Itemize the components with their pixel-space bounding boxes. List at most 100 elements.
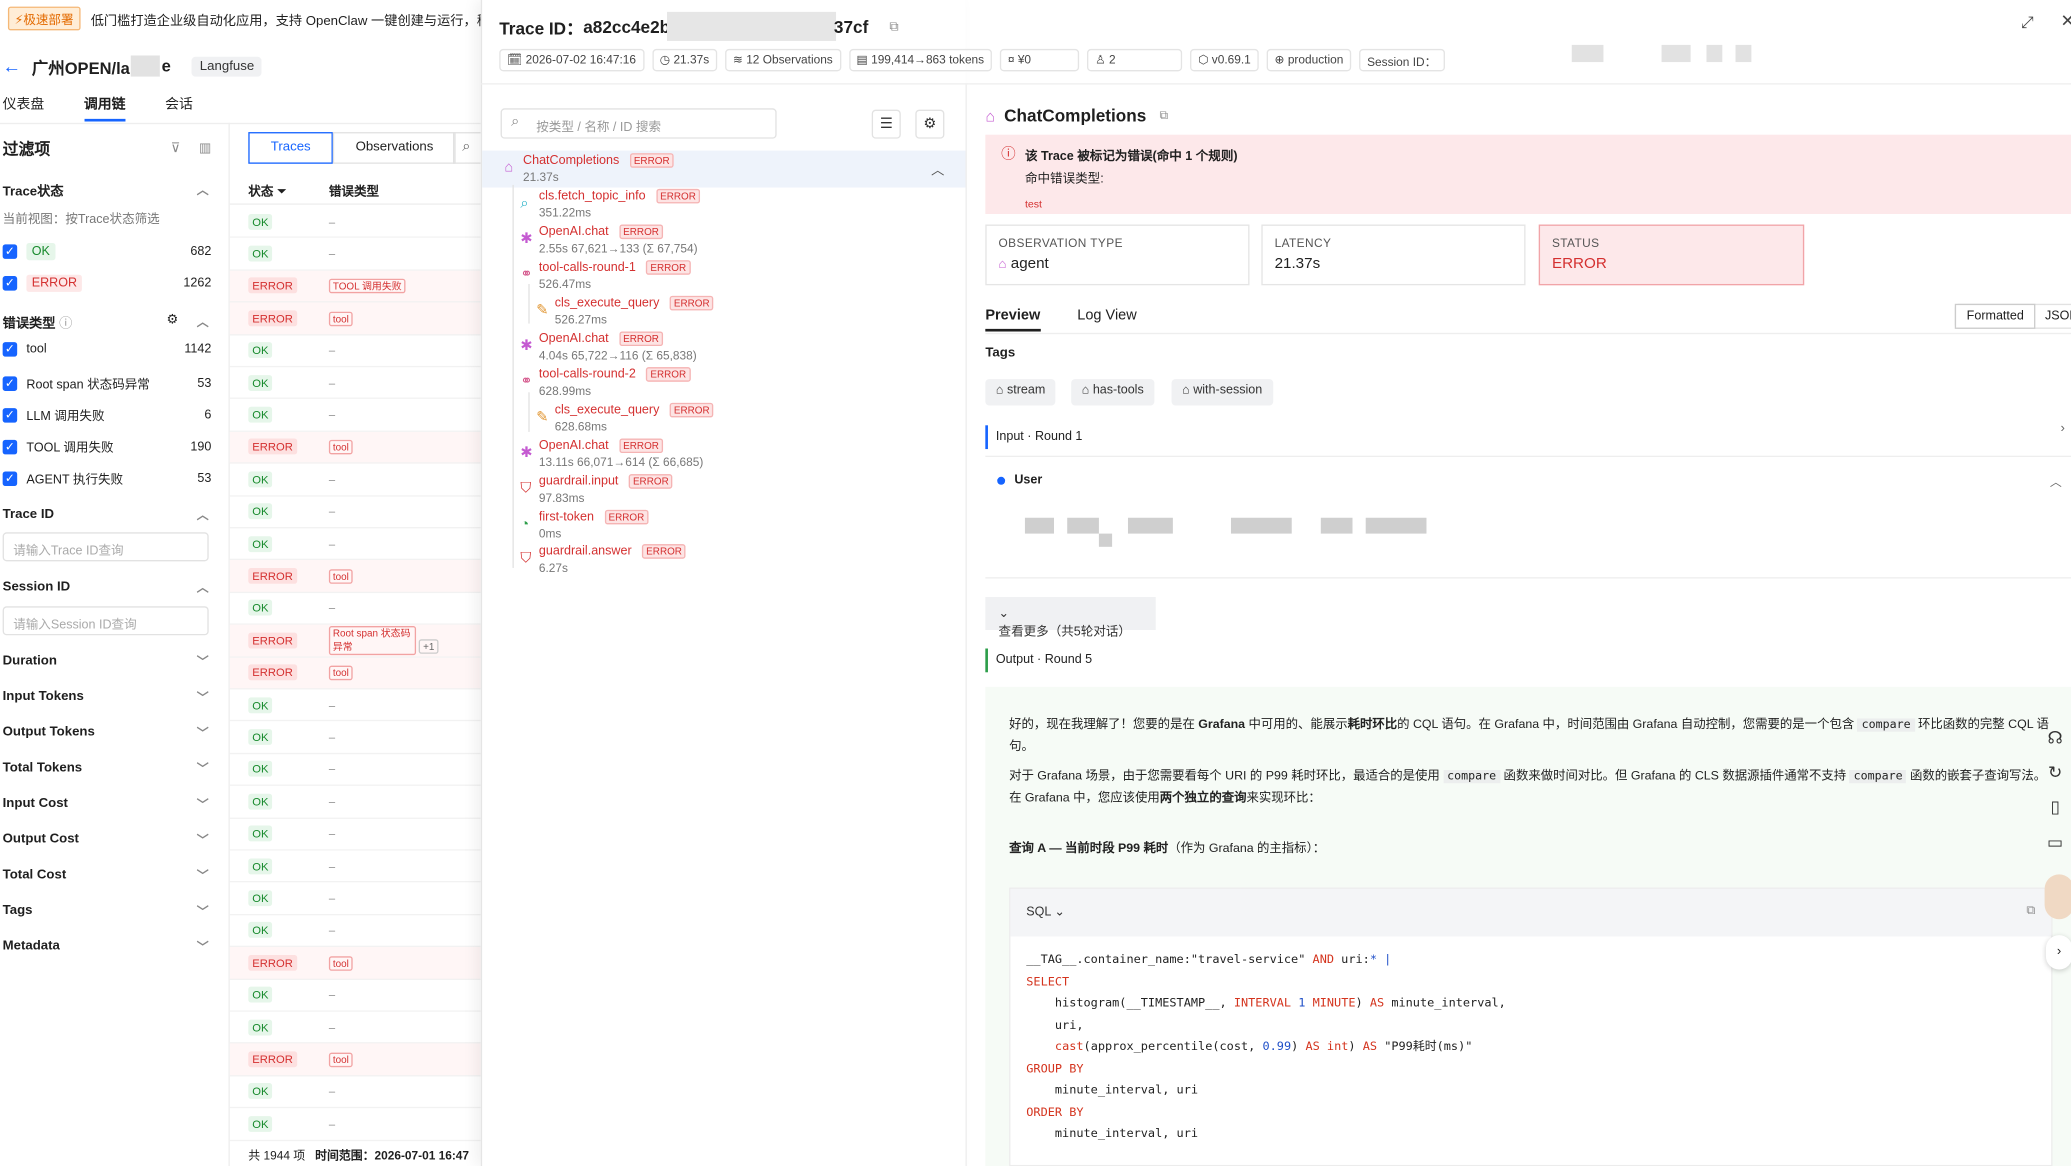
tree-node[interactable]: ⛉ guardrail.input ERROR 97.83ms [520,473,673,507]
collapse-icon[interactable]: ︿ [931,158,944,179]
book-icon[interactable]: ▯ [2041,796,2070,817]
tab-preview[interactable]: Preview [985,308,1041,332]
clear-filter-icon[interactable]: ⊽ [171,141,181,156]
tree-node[interactable]: ✎ cls_execute_query ERROR 628.68ms [536,402,714,436]
tree-node[interactable]: ⚭ tool-calls-round-2 ERROR 628.99ms [520,366,691,400]
section-trace-status[interactable]: Trace状态 ︿ [3,180,209,200]
filter-section-input-tokens[interactable]: Input Tokens ﹀ [3,688,209,705]
table-row[interactable]: OK – [229,496,481,529]
filter-section-output-tokens[interactable]: Output Tokens ﹀ [3,724,209,741]
table-row[interactable]: OK – [229,818,481,851]
checkbox-tool[interactable]: ✓ tool 1142 [2,342,211,357]
filter-icon[interactable]: ⏷ [277,184,287,199]
table-row[interactable]: OK – [229,206,481,239]
table-row[interactable]: ERROR tool [229,1043,481,1077]
checkbox-ok[interactable]: ✓ OK 682 [2,243,211,261]
tag-chip[interactable]: ⌂ stream [985,379,1056,406]
table-row[interactable]: OK – [229,915,481,948]
checkbox-tool-call[interactable]: ✓ TOOL 调用失败 190 [2,437,211,456]
filter-section-output-cost[interactable]: Output Cost ﹀ [3,831,209,848]
table-row[interactable]: OK – [229,722,481,754]
format-formatted[interactable]: Formatted [1956,305,2035,328]
language-selector[interactable]: SQL ⌄ [1026,905,1065,920]
table-row[interactable]: ERROR tool [229,302,481,335]
chevron-right-icon[interactable]: › [2060,421,2064,436]
show-more-button[interactable]: ⌄ 查看更多（共5轮对话） [985,597,1156,639]
copy-icon[interactable]: ⧉ [889,19,898,34]
search-icon[interactable]: ⌕ [453,132,481,164]
table-row[interactable]: OK – [229,335,481,368]
user-message-header[interactable]: User [997,473,1042,487]
table-row[interactable]: OK – [229,1076,481,1109]
checkbox-llm[interactable]: ✓ LLM 调用失败 6 [2,405,211,424]
tree-node[interactable]: ⌕ cls.fetch_topic_info ERROR 351.22ms [520,188,700,222]
table-row[interactable]: OK – [229,367,481,400]
tree-node[interactable]: ⚭ tool-calls-round-1 ERROR 526.47ms [520,259,691,293]
tab-dashboard[interactable]: 仪表盘 [3,94,45,122]
copy-icon[interactable]: ⧉ [1159,108,1168,123]
table-row[interactable]: OK – [229,979,481,1012]
col-error-type[interactable]: 错误类型 [329,180,379,199]
filter-section-metadata[interactable]: Metadata ﹀ [3,938,209,955]
gear-icon[interactable]: ⚙ [915,109,945,139]
table-row[interactable]: OK – [229,689,481,722]
tree-node[interactable]: ✱ OpenAI.chat ERROR 2.55s 67,621→133 (Σ 67,… [520,223,698,257]
sql-code[interactable]: __TAG__.container_name:"travel-service" … [1010,936,2051,1159]
table-row[interactable]: OK – [229,786,481,819]
tab-log-view[interactable]: Log View [1077,308,1137,332]
session-id-input[interactable]: 请输入Session ID查询 [2,606,209,636]
table-row[interactable]: OK – [229,754,481,787]
tree-node[interactable]: ⛉ guardrail.answer ERROR 6.27s [520,543,686,577]
tab-traces[interactable]: 调用链 [83,94,126,122]
tree-node[interactable]: ✱ OpenAI.chat ERROR 4.04s 65,722→116 (Σ 65,… [520,330,697,364]
help-icon[interactable]: ⓘ [59,317,72,332]
table-row[interactable]: OK – [229,399,481,432]
checkbox-error[interactable]: ✓ ERROR 1262 [2,274,211,292]
tab-sessions[interactable]: 会话 [165,94,193,122]
section-error-type[interactable]: 错误类型 ⓘ ⚙ ︿ [3,312,209,332]
checkbox-agent[interactable]: ✓ AGENT 执行失败 53 [2,469,211,487]
filter-section-duration[interactable]: Duration ﹀ [3,652,209,669]
table-row[interactable]: OK – [229,1012,481,1044]
avatar[interactable] [2044,874,2071,920]
table-row[interactable]: ERROR Root span 状态码异常 +1 [229,624,481,658]
table-row[interactable]: ERROR tool [229,657,481,690]
checkbox-root-span[interactable]: ✓ Root span 状态码异常 53 [2,374,211,392]
filter-section-total-cost[interactable]: Total Cost ﹀ [3,866,209,883]
col-status[interactable]: 状态 ⏷ [230,180,329,199]
copy-icon[interactable]: ⧉ [2026,903,2035,918]
table-row[interactable]: OK – [229,851,481,883]
expand-icon[interactable]: ⤢ [2021,13,2034,33]
filter-section-input-cost[interactable]: Input Cost ﹀ [3,795,209,812]
chevron-right-icon[interactable]: › [2045,935,2071,970]
section-session-id[interactable]: Session ID ︿ [3,579,209,596]
chevron-up-icon[interactable]: ︿ [2050,473,2062,490]
table-row[interactable]: ERROR tool [229,560,481,593]
tree-settings-icon[interactable]: ☰ [871,109,901,139]
headset-icon[interactable]: ☊ [2041,728,2070,749]
tab-observations[interactable]: Observations [333,132,456,164]
promo-banner[interactable]: ⚡极速部署 低门槛打造企业级自动化应用，支持 OpenClaw 一键创建与运行，… [0,0,481,37]
section-trace-id[interactable]: Trace ID ︿ [3,506,209,523]
table-row[interactable]: OK – [229,238,481,271]
refresh-icon[interactable]: ↻ [2041,762,2070,783]
table-row[interactable]: ERROR tool [229,431,481,464]
gear-icon[interactable]: ⚙ [166,313,178,330]
table-row[interactable]: OK – [229,883,481,916]
tree-node[interactable]: ◔ first-token ERROR 0ms [520,509,649,543]
tree-search-input[interactable]: 按类型 / 名称 / ID 搜索 [500,108,777,139]
tag-chip[interactable]: ⌂ has-tools [1071,379,1155,406]
close-icon[interactable]: ✕ [2060,11,2071,32]
filter-section-tags[interactable]: Tags ﹀ [3,902,209,919]
collapse-panel-icon[interactable]: ▥ [199,141,211,156]
tab-traces-list[interactable]: Traces [248,132,334,164]
feedback-icon[interactable]: ▭ [2041,832,2070,853]
table-row[interactable]: ERROR TOOL 调用失败 [229,270,481,303]
tree-node[interactable]: ✱ OpenAI.chat ERROR 13.11s 66,071→614 (Σ 66… [520,437,703,471]
table-row[interactable]: OK – [229,464,481,497]
table-row[interactable]: OK – [229,528,481,561]
tree-node[interactable]: ✎ cls_execute_query ERROR 526.27ms [536,295,714,329]
table-row[interactable]: ERROR tool [229,947,481,980]
trace-id-input[interactable]: 请输入Trace ID查询 [2,532,209,562]
tag-chip[interactable]: ⌂ with-session [1171,379,1273,406]
